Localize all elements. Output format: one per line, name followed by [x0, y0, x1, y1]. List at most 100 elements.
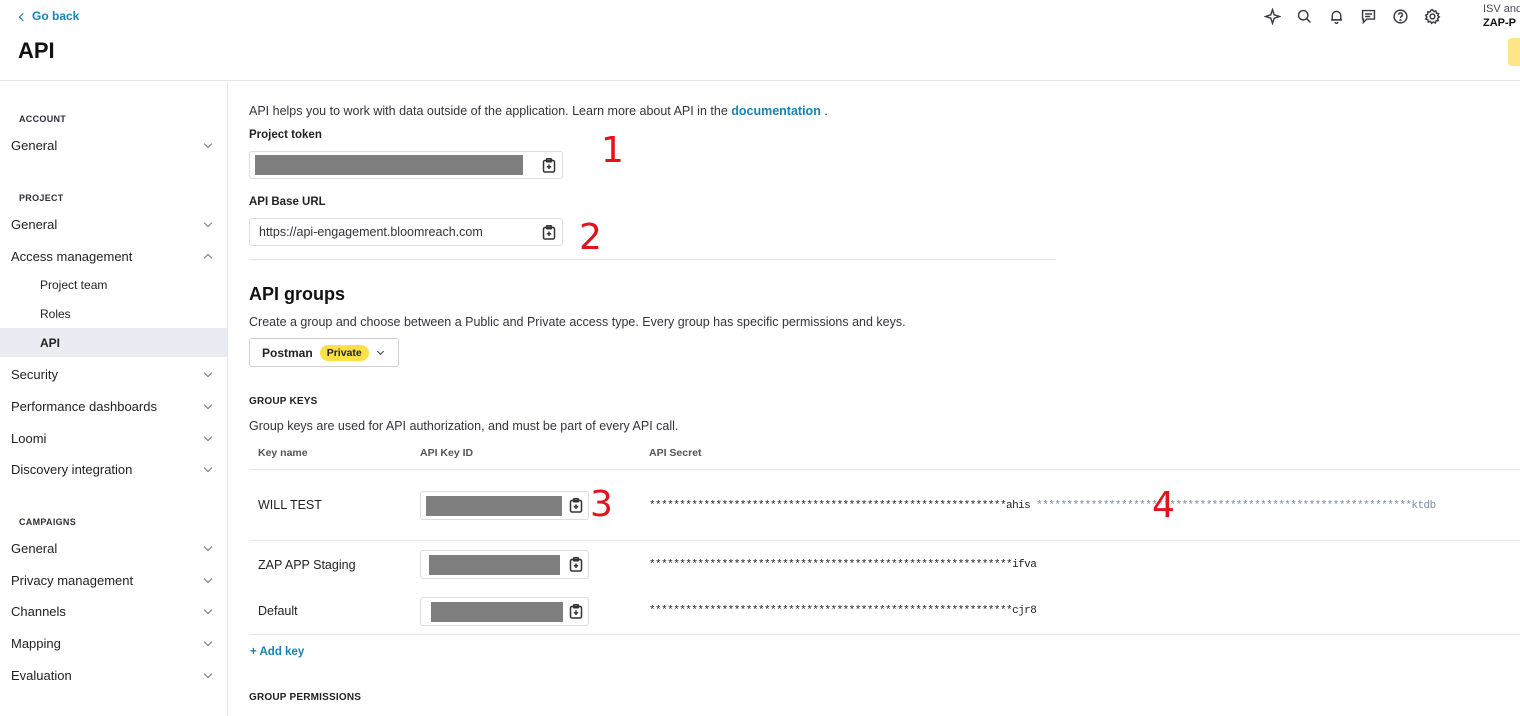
- sidebar-item-access-management[interactable]: Access management: [0, 241, 227, 271]
- chevron-down-icon: [203, 605, 213, 615]
- sidebar-item-mapping[interactable]: Mapping: [0, 628, 227, 658]
- key-name-cell: ZAP APP Staging: [258, 558, 356, 572]
- redacted-key-id: [429, 555, 560, 575]
- key-name-cell: Default: [258, 604, 298, 618]
- copy-icon[interactable]: [542, 158, 558, 174]
- settings-sidebar: ACCOUNT General PROJECT General Access m…: [0, 82, 228, 716]
- sidebar-item-channels[interactable]: Channels: [0, 596, 227, 626]
- intro-text: API helps you to work with data outside …: [249, 104, 828, 118]
- intro-text-end: .: [820, 104, 828, 118]
- add-key-button[interactable]: + Add key: [250, 646, 304, 658]
- api-secret-cell: ****************************************…: [649, 605, 1037, 617]
- sidebar-item-campaigns-general[interactable]: General: [0, 533, 227, 563]
- sidebar-item-evaluation[interactable]: Evaluation: [0, 660, 227, 690]
- documentation-link[interactable]: documentation: [731, 104, 821, 118]
- redacted-token: [255, 155, 523, 175]
- sidebar-item-label: Channels: [11, 603, 66, 619]
- top-header: Go back API ISV and ZAP-P: [0, 0, 1520, 81]
- section-campaigns: CAMPAIGNS: [19, 517, 77, 527]
- header-icon-bar: [1262, 6, 1442, 26]
- sidebar-item-label: Privacy management: [11, 572, 134, 588]
- chevron-down-icon: [203, 463, 213, 473]
- copy-icon[interactable]: [569, 604, 585, 620]
- sidebar-item-discovery-integration[interactable]: Discovery integration: [0, 454, 227, 484]
- api-key-id-field: [420, 550, 589, 579]
- column-header-api-secret: API Secret: [649, 447, 702, 459]
- sidebar-item-label: Access management: [11, 248, 133, 264]
- side-panel-tab[interactable]: [1508, 38, 1520, 66]
- api-groups-title: API groups: [249, 284, 346, 304]
- chevron-down-icon: [376, 347, 385, 356]
- go-back-label: Go back: [32, 9, 80, 23]
- sparkle-icon[interactable]: [1262, 6, 1282, 26]
- sidebar-item-label: Discovery integration: [11, 461, 133, 477]
- redacted-key-id: [426, 496, 562, 516]
- sidebar-item-performance-dashboards[interactable]: Performance dashboards: [0, 391, 227, 421]
- chevron-down-icon: [203, 218, 213, 228]
- api-secret-extra: ****************************************…: [1030, 500, 1436, 512]
- sidebar-item-api[interactable]: API: [0, 328, 227, 357]
- group-keys-label: GROUP KEYS: [249, 396, 318, 407]
- sidebar-item-label: Project team: [40, 277, 108, 292]
- api-groups-description: Create a group and choose between a Publ…: [249, 315, 906, 329]
- sidebar-item-label: Loomi: [11, 430, 47, 446]
- gear-icon[interactable]: [1422, 6, 1442, 26]
- sidebar-item-security[interactable]: Security: [0, 359, 227, 389]
- annotation-1: 1: [601, 130, 624, 171]
- sidebar-item-label: Mapping: [11, 635, 61, 651]
- sidebar-item-label: Evaluation: [11, 667, 72, 683]
- copy-icon[interactable]: [569, 557, 585, 573]
- sidebar-item-project-general[interactable]: General: [0, 209, 227, 239]
- section-project: PROJECT: [19, 193, 64, 203]
- table-row-divider: [249, 540, 1520, 541]
- annotation-2: 2: [579, 217, 602, 258]
- group-keys-description: Group keys are used for API authorizatio…: [249, 419, 679, 433]
- group-select-dropdown[interactable]: Postman Private: [249, 338, 399, 367]
- sidebar-item-label: Security: [11, 366, 58, 382]
- chat-icon[interactable]: [1358, 6, 1378, 26]
- sidebar-item-label: General: [11, 216, 58, 232]
- table-row-divider: [249, 634, 1520, 635]
- api-secret-value: ****************************************…: [649, 559, 1037, 571]
- sidebar-item-label: Performance dashboards: [11, 398, 157, 414]
- redacted-key-id: [431, 602, 563, 622]
- sidebar-item-account-general[interactable]: General: [0, 130, 227, 160]
- access-type-badge: Private: [319, 344, 369, 361]
- sidebar-item-project-team[interactable]: Project team: [0, 270, 227, 299]
- api-key-id-field: [420, 597, 589, 626]
- sidebar-item-loomi[interactable]: Loomi: [0, 423, 227, 453]
- group-select-value: Postman: [262, 345, 313, 360]
- chevron-down-icon: [203, 637, 213, 647]
- section-account: ACCOUNT: [19, 114, 67, 124]
- page-title: API: [18, 38, 55, 63]
- sidebar-item-privacy-management[interactable]: Privacy management: [0, 565, 227, 595]
- key-name-cell: WILL TEST: [258, 498, 322, 512]
- search-icon[interactable]: [1294, 6, 1314, 26]
- api-secret-value: ****************************************…: [649, 500, 1031, 512]
- chevron-up-icon: [203, 253, 213, 263]
- org-name: ZAP-P: [1483, 17, 1516, 29]
- org-switcher[interactable]: ISV and ZAP-P: [1483, 2, 1520, 30]
- group-permissions-label: GROUP PERMISSIONS: [249, 692, 362, 703]
- sidebar-item-label: General: [11, 540, 58, 556]
- section-divider: [249, 259, 1056, 260]
- copy-icon[interactable]: [542, 225, 558, 241]
- chevron-down-icon: [203, 432, 213, 442]
- go-back-link[interactable]: Go back: [18, 9, 80, 23]
- sidebar-item-roles[interactable]: Roles: [0, 299, 227, 328]
- chevron-left-icon: [18, 12, 28, 21]
- copy-icon[interactable]: [569, 498, 585, 514]
- base-url-field[interactable]: https://api-engagement.bloomreach.com: [249, 218, 563, 246]
- intro-text-body: API helps you to work with data outside …: [249, 104, 732, 118]
- org-sub-label: ISV and: [1483, 3, 1520, 15]
- help-icon[interactable]: [1390, 6, 1410, 26]
- api-secret-cell: ****************************************…: [649, 500, 1436, 512]
- annotation-4: 4: [1152, 485, 1175, 526]
- base-url-value: https://api-engagement.bloomreach.com: [259, 225, 483, 239]
- bell-icon[interactable]: [1326, 6, 1346, 26]
- annotation-3: 3: [590, 484, 613, 525]
- sidebar-item-label: Roles: [40, 306, 71, 321]
- table-divider: [249, 469, 1520, 470]
- chevron-down-icon: [203, 542, 213, 552]
- api-secret-cell: ****************************************…: [649, 559, 1037, 571]
